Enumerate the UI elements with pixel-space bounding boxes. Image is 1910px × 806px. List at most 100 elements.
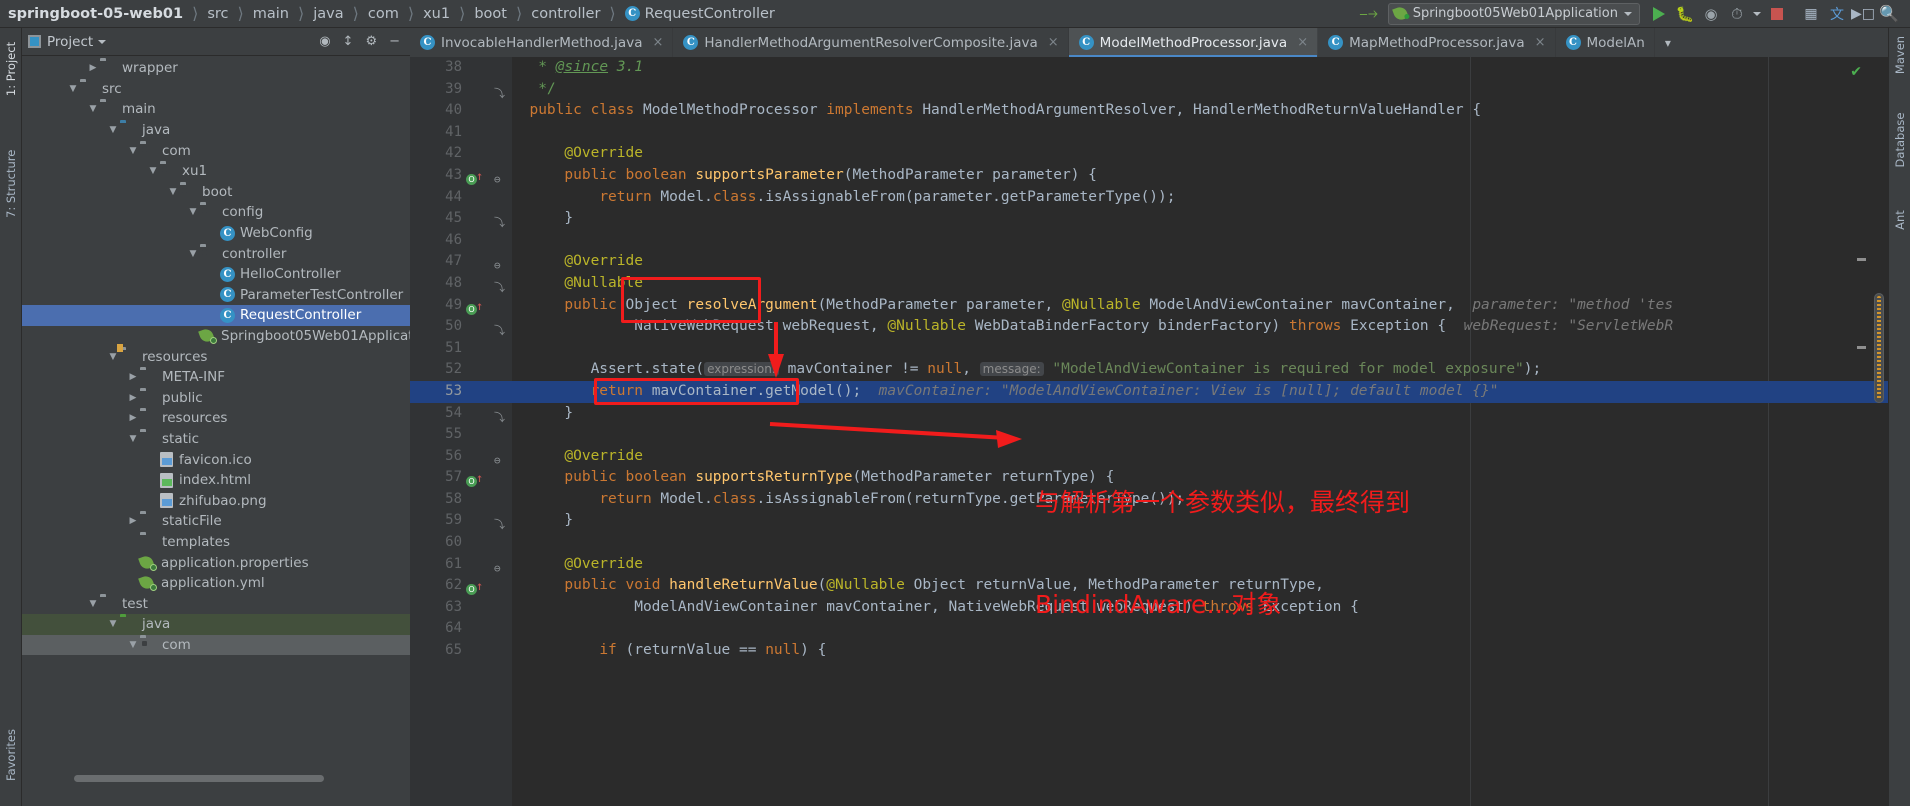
- tree-item[interactable]: ▶ resources: [22, 408, 410, 429]
- editor-tab[interactable]: C ModelMethodProcessor.java ×: [1068, 28, 1319, 57]
- editor-tab[interactable]: C MapMethodProcessor.java ×: [1318, 28, 1556, 57]
- tree-item[interactable]: ▼ xu1: [22, 161, 410, 182]
- chevron-right-icon[interactable]: ▶: [126, 413, 140, 423]
- breadcrumb-item-src[interactable]: src: [205, 6, 230, 22]
- chevron-down-icon[interactable]: ▼: [126, 146, 140, 156]
- debug-icon[interactable]: 🐛: [1672, 2, 1698, 26]
- close-icon[interactable]: ×: [1048, 35, 1059, 50]
- error-stripe-marker[interactable]: [1857, 346, 1866, 349]
- code-line[interactable]: 39 ⤵ */: [410, 79, 1888, 101]
- tree-item[interactable]: zhifubao.png: [22, 490, 410, 511]
- tool-window-database[interactable]: Database: [1893, 107, 1907, 173]
- project-structure-icon[interactable]: ▦: [1798, 2, 1824, 26]
- chevron-down-icon[interactable]: ▼: [66, 84, 80, 94]
- project-view-chevron-down-icon[interactable]: [98, 39, 107, 44]
- tree-item[interactable]: templates: [22, 532, 410, 553]
- code-line[interactable]: 49 O↑ public Object resolveArgument(Metho…: [410, 295, 1888, 317]
- chevron-right-icon[interactable]: ▶: [86, 63, 100, 73]
- override-method-gutter-icon[interactable]: O↑: [466, 578, 484, 596]
- code-line[interactable]: 41: [410, 122, 1888, 144]
- chevron-right-icon[interactable]: ▶: [126, 516, 140, 526]
- hammer-build-icon[interactable]: ⤍: [1356, 2, 1382, 26]
- breadcrumb-item-main[interactable]: main: [251, 6, 291, 22]
- tree-item[interactable]: ▶ public: [22, 388, 410, 409]
- chevron-down-icon[interactable]: ▼: [126, 640, 140, 650]
- tree-item[interactable]: application.yml: [22, 573, 410, 594]
- code-line[interactable]: 46: [410, 230, 1888, 252]
- tree-item[interactable]: ▼ test: [22, 593, 410, 614]
- tree-item[interactable]: favicon.ico: [22, 449, 410, 470]
- chevron-right-icon[interactable]: ▶: [126, 393, 140, 403]
- tool-window-structure[interactable]: 7: Structure: [4, 150, 18, 218]
- breadcrumb-item-boot[interactable]: boot: [472, 6, 509, 22]
- tree-item[interactable]: ▼ config: [22, 202, 410, 223]
- editor-tab-bar[interactable]: C InvocableHandlerMethod.java × C HandlerMet…: [410, 28, 1888, 57]
- run-configuration-selector[interactable]: Springboot05Web01Application: [1387, 2, 1640, 25]
- tree-item[interactable]: C RequestController: [22, 305, 410, 326]
- code-line[interactable]: 48 ⤵ @Nullable: [410, 273, 1888, 295]
- close-icon[interactable]: ×: [1297, 35, 1308, 50]
- chevron-down-icon[interactable]: ▼: [86, 104, 100, 114]
- code-line[interactable]: 53 return mavContainer.getModel(); mavCo…: [410, 380, 1888, 403]
- terminal-icon[interactable]: ▶□: [1850, 2, 1876, 26]
- chevron-down-icon[interactable]: ▼: [106, 352, 120, 362]
- error-stripe-marker[interactable]: [1857, 258, 1866, 261]
- collapse-all-icon[interactable]: ↕: [343, 34, 354, 49]
- chevron-down-icon[interactable]: ▼: [86, 599, 100, 609]
- override-method-gutter-icon[interactable]: O↑: [466, 168, 484, 185]
- editor-vertical-scrollbar[interactable]: [1874, 293, 1884, 403]
- tree-item[interactable]: ▼ src: [22, 79, 410, 100]
- override-method-gutter-icon[interactable]: O↑: [466, 470, 484, 488]
- tree-item[interactable]: Springboot05Web01Application: [22, 326, 410, 347]
- run-icon[interactable]: [1646, 2, 1672, 26]
- tree-item[interactable]: C ParameterTestController: [22, 285, 410, 306]
- breadcrumb[interactable]: springboot-05-web01 ⟩ src ⟩ main ⟩ java …: [0, 0, 777, 28]
- code-line[interactable]: 51: [410, 338, 1888, 360]
- tree-item[interactable]: ▼ com: [22, 140, 410, 161]
- chevron-down-icon[interactable]: ▼: [186, 249, 200, 259]
- tree-item[interactable]: ▼ java: [22, 120, 410, 141]
- breadcrumb-item-controller[interactable]: controller: [529, 6, 602, 22]
- chevron-down-icon[interactable]: ▼: [106, 619, 120, 629]
- chevron-down-icon[interactable]: ▼: [126, 434, 140, 444]
- code-line[interactable]: 40 public class ModelMethodProcessor imp…: [410, 100, 1888, 122]
- run-with-coverage-icon[interactable]: ◉: [1698, 2, 1724, 26]
- close-icon[interactable]: ×: [1535, 35, 1546, 50]
- tree-item[interactable]: ▶ META-INF: [22, 367, 410, 388]
- chevron-down-icon[interactable]: [1624, 11, 1632, 16]
- settings-gear-icon[interactable]: ⚙: [365, 34, 377, 49]
- breadcrumb-item-com[interactable]: com: [366, 6, 401, 22]
- tree-item[interactable]: ▶ staticFile: [22, 511, 410, 532]
- chevron-down-icon[interactable]: ▼: [106, 125, 120, 135]
- tab-list-chevron-down-icon[interactable]: ▾: [1655, 28, 1681, 57]
- editor-tab[interactable]: C ModelAn: [1556, 28, 1655, 57]
- tree-item[interactable]: application.properties: [22, 552, 410, 573]
- code-line[interactable]: 44 return Model.class.isAssignableFrom(p…: [410, 187, 1888, 209]
- tree-item[interactable]: ▼ java: [22, 614, 410, 635]
- code-line[interactable]: 45 ⤵ }: [410, 208, 1888, 230]
- code-line[interactable]: 50 ⤵ NativeWebRequest webRequest, @Nullab…: [410, 316, 1888, 338]
- tree-item[interactable]: C HelloController: [22, 264, 410, 285]
- tool-window-maven[interactable]: Maven: [1893, 22, 1907, 88]
- stop-icon[interactable]: [1764, 2, 1790, 26]
- tool-window-ant[interactable]: Ant: [1893, 187, 1907, 253]
- tree-item[interactable]: ▼ com: [22, 634, 410, 656]
- code-line[interactable]: 42 @Override: [410, 143, 1888, 165]
- profiler-chevron-down-icon[interactable]: [1750, 2, 1764, 26]
- inspection-ok-icon[interactable]: ✔: [1850, 64, 1862, 80]
- breadcrumb-item-project[interactable]: springboot-05-web01: [6, 6, 185, 22]
- tool-window-favorites[interactable]: Favorites: [4, 722, 18, 788]
- tree-item[interactable]: ▼ main: [22, 99, 410, 120]
- chevron-right-icon[interactable]: ▶: [126, 372, 140, 382]
- tree-item[interactable]: ▼ resources: [22, 346, 410, 367]
- breadcrumb-item-class[interactable]: C RequestController: [623, 6, 777, 22]
- code-line[interactable]: 52 Assert.state(expression: mavContainer…: [410, 359, 1888, 381]
- editor-tab[interactable]: C InvocableHandlerMethod.java ×: [410, 28, 674, 57]
- tree-item[interactable]: ▼ boot: [22, 182, 410, 203]
- chevron-down-icon[interactable]: ▼: [186, 207, 200, 217]
- breadcrumb-item-java[interactable]: java: [311, 6, 345, 22]
- tree-item[interactable]: ▼ static: [22, 429, 410, 450]
- translate-icon[interactable]: 文: [1824, 2, 1850, 26]
- code-line[interactable]: 47 ⊖ @Override: [410, 251, 1888, 273]
- code-line[interactable]: 38 * @since 3.1: [410, 57, 1888, 79]
